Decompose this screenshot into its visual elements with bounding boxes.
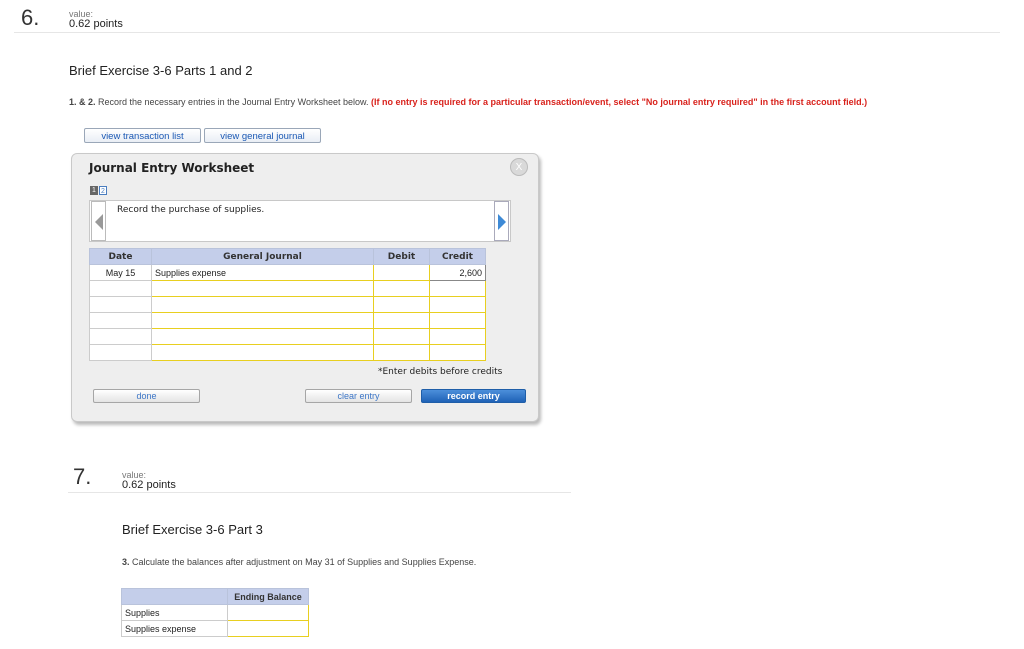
credit-field[interactable]: 2,600 (429, 264, 486, 281)
debit-field[interactable] (373, 328, 430, 345)
debit-credit-note: *Enter debits before credits (378, 367, 503, 377)
supplies-balance-field[interactable] (227, 604, 309, 621)
credit-field[interactable] (429, 296, 486, 313)
label-header (121, 588, 228, 605)
credit-header: Credit (429, 248, 486, 265)
done-button[interactable]: done (93, 389, 200, 403)
table-row (89, 280, 486, 297)
date-cell (89, 312, 152, 329)
instructions: 1. & 2. Record the necessary entries in … (69, 97, 867, 107)
row-label: Supplies expense (121, 620, 228, 637)
next-button[interactable] (494, 201, 509, 241)
table-row (89, 312, 486, 329)
divider (14, 32, 1000, 33)
question-number: 7. (73, 464, 92, 489)
divider (68, 492, 571, 493)
worksheet-title: Journal Entry Worksheet (89, 161, 255, 175)
account-field[interactable] (151, 280, 374, 297)
ending-balance-header: Ending Balance (227, 588, 309, 605)
page-2-button[interactable]: 2 (99, 186, 107, 195)
points-value: 0.62 points (69, 18, 123, 30)
credit-field[interactable] (429, 328, 486, 345)
journal-entry-worksheet: Journal Entry Worksheet X 1 2 Record the… (71, 153, 539, 422)
view-general-journal-button[interactable]: view general journal (204, 128, 321, 143)
debit-field[interactable] (373, 264, 430, 281)
date-cell (89, 344, 152, 361)
points-value: 0.62 points (122, 479, 176, 491)
arrow-left-icon (95, 214, 103, 230)
debit-field[interactable] (373, 296, 430, 313)
debit-field[interactable] (373, 312, 430, 329)
instruction-prefix: 1. & 2. (69, 97, 96, 107)
table-row (89, 328, 486, 345)
account-field[interactable] (151, 296, 374, 313)
clear-entry-button[interactable]: clear entry (305, 389, 412, 403)
previous-button[interactable] (91, 201, 106, 241)
page-1-button[interactable]: 1 (90, 186, 98, 195)
arrow-right-icon (498, 214, 506, 230)
table-row (89, 344, 486, 361)
record-entry-button[interactable]: record entry (421, 389, 526, 403)
debit-field[interactable] (373, 280, 430, 297)
date-header: Date (89, 248, 152, 265)
instruction-text: Record the necessary entries in the Jour… (95, 97, 371, 107)
account-field[interactable] (151, 312, 374, 329)
account-field[interactable] (151, 328, 374, 345)
row-label: Supplies (121, 604, 228, 621)
ending-balance-table: Ending Balance Supplies Supplies expense (121, 588, 309, 637)
instruction-text: Calculate the balances after adjustment … (129, 557, 477, 567)
view-transaction-list-button[interactable]: view transaction list (84, 128, 201, 143)
transaction-description: Record the purchase of supplies. (89, 200, 511, 242)
instruction-prefix: 3. (122, 557, 130, 567)
exercise-title: Brief Exercise 3-6 Part 3 (122, 522, 263, 537)
debit-field[interactable] (373, 344, 430, 361)
table-row: Supplies expense (121, 620, 309, 637)
date-cell (89, 296, 152, 313)
close-icon[interactable]: X (510, 158, 528, 176)
supplies-expense-balance-field[interactable] (227, 620, 309, 637)
table-row (89, 296, 486, 313)
general-journal-header: General Journal (151, 248, 374, 265)
instruction-note: (If no entry is required for a particula… (371, 97, 868, 107)
instructions: 3. Calculate the balances after adjustme… (122, 557, 476, 567)
credit-field[interactable] (429, 280, 486, 297)
question-number: 6. (21, 5, 40, 30)
account-field[interactable] (151, 344, 374, 361)
date-cell: May 15 (89, 264, 152, 281)
account-field[interactable]: Supplies expense (151, 264, 374, 281)
date-cell (89, 328, 152, 345)
date-cell (89, 280, 152, 297)
debit-header: Debit (373, 248, 430, 265)
journal-table: Date General Journal Debit Credit May 15… (89, 248, 486, 361)
table-row: Supplies (121, 604, 309, 621)
credit-field[interactable] (429, 312, 486, 329)
table-row: May 15 Supplies expense 2,600 (89, 264, 486, 281)
credit-field[interactable] (429, 344, 486, 361)
exercise-title: Brief Exercise 3-6 Parts 1 and 2 (69, 63, 253, 78)
